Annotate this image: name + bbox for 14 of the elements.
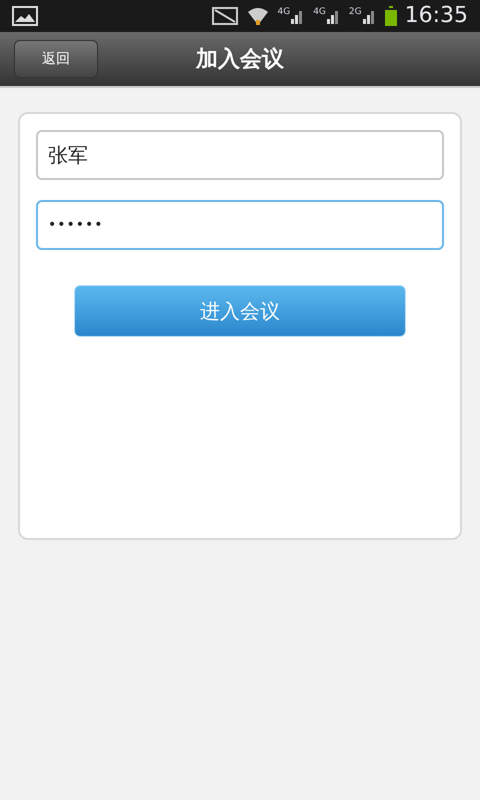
- password-field[interactable]: ••••••: [36, 200, 444, 250]
- signal-icon: [326, 8, 341, 24]
- signal-icon: [362, 8, 377, 24]
- status-time: 16:35: [404, 5, 468, 27]
- network-type-label: 4G: [313, 8, 326, 17]
- wifi-icon: [247, 6, 270, 26]
- battery-icon: [384, 6, 397, 26]
- page-title: 加入会议: [196, 46, 284, 74]
- image-icon: [12, 6, 38, 26]
- name-field[interactable]: 张军: [36, 130, 444, 180]
- network-type-label: 4G: [277, 8, 290, 17]
- network-type-label: 2G: [348, 8, 362, 17]
- no-sim-icon: [211, 6, 240, 26]
- back-button[interactable]: 返回: [14, 40, 98, 78]
